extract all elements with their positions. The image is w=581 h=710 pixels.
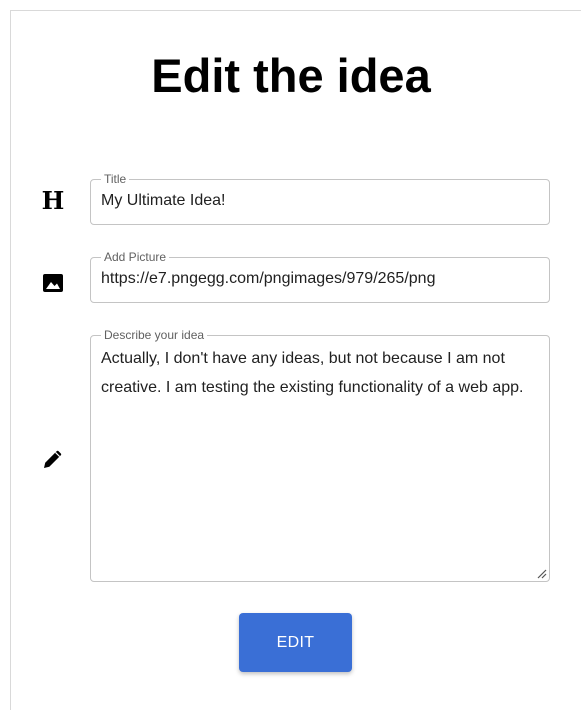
- description-field[interactable]: Describe your idea Actually, I don't hav…: [90, 328, 550, 582]
- picture-field[interactable]: Add Picture https://e7.pngegg.com/pngima…: [90, 250, 550, 303]
- description-field-label: Describe your idea: [101, 328, 208, 342]
- title-field-label: Title: [101, 172, 130, 186]
- pencil-icon-graphic: [44, 450, 62, 468]
- image-icon: [38, 268, 68, 298]
- resize-handle-icon[interactable]: [535, 567, 547, 579]
- title-input[interactable]: My Ultimate Idea!: [101, 191, 539, 211]
- page-title: Edit the idea: [151, 49, 431, 102]
- picture-url-input[interactable]: https://e7.pngegg.com/pngimages/979/265/…: [101, 269, 539, 289]
- description-textarea[interactable]: Actually, I don't have any ideas, but no…: [101, 344, 537, 402]
- heading-icon: H: [41, 186, 65, 215]
- image-icon-graphic: [43, 274, 63, 292]
- edit-button[interactable]: EDIT: [239, 613, 352, 672]
- title-field[interactable]: Title My Ultimate Idea!: [90, 172, 550, 225]
- picture-field-label: Add Picture: [101, 250, 170, 264]
- pencil-icon: [38, 444, 68, 474]
